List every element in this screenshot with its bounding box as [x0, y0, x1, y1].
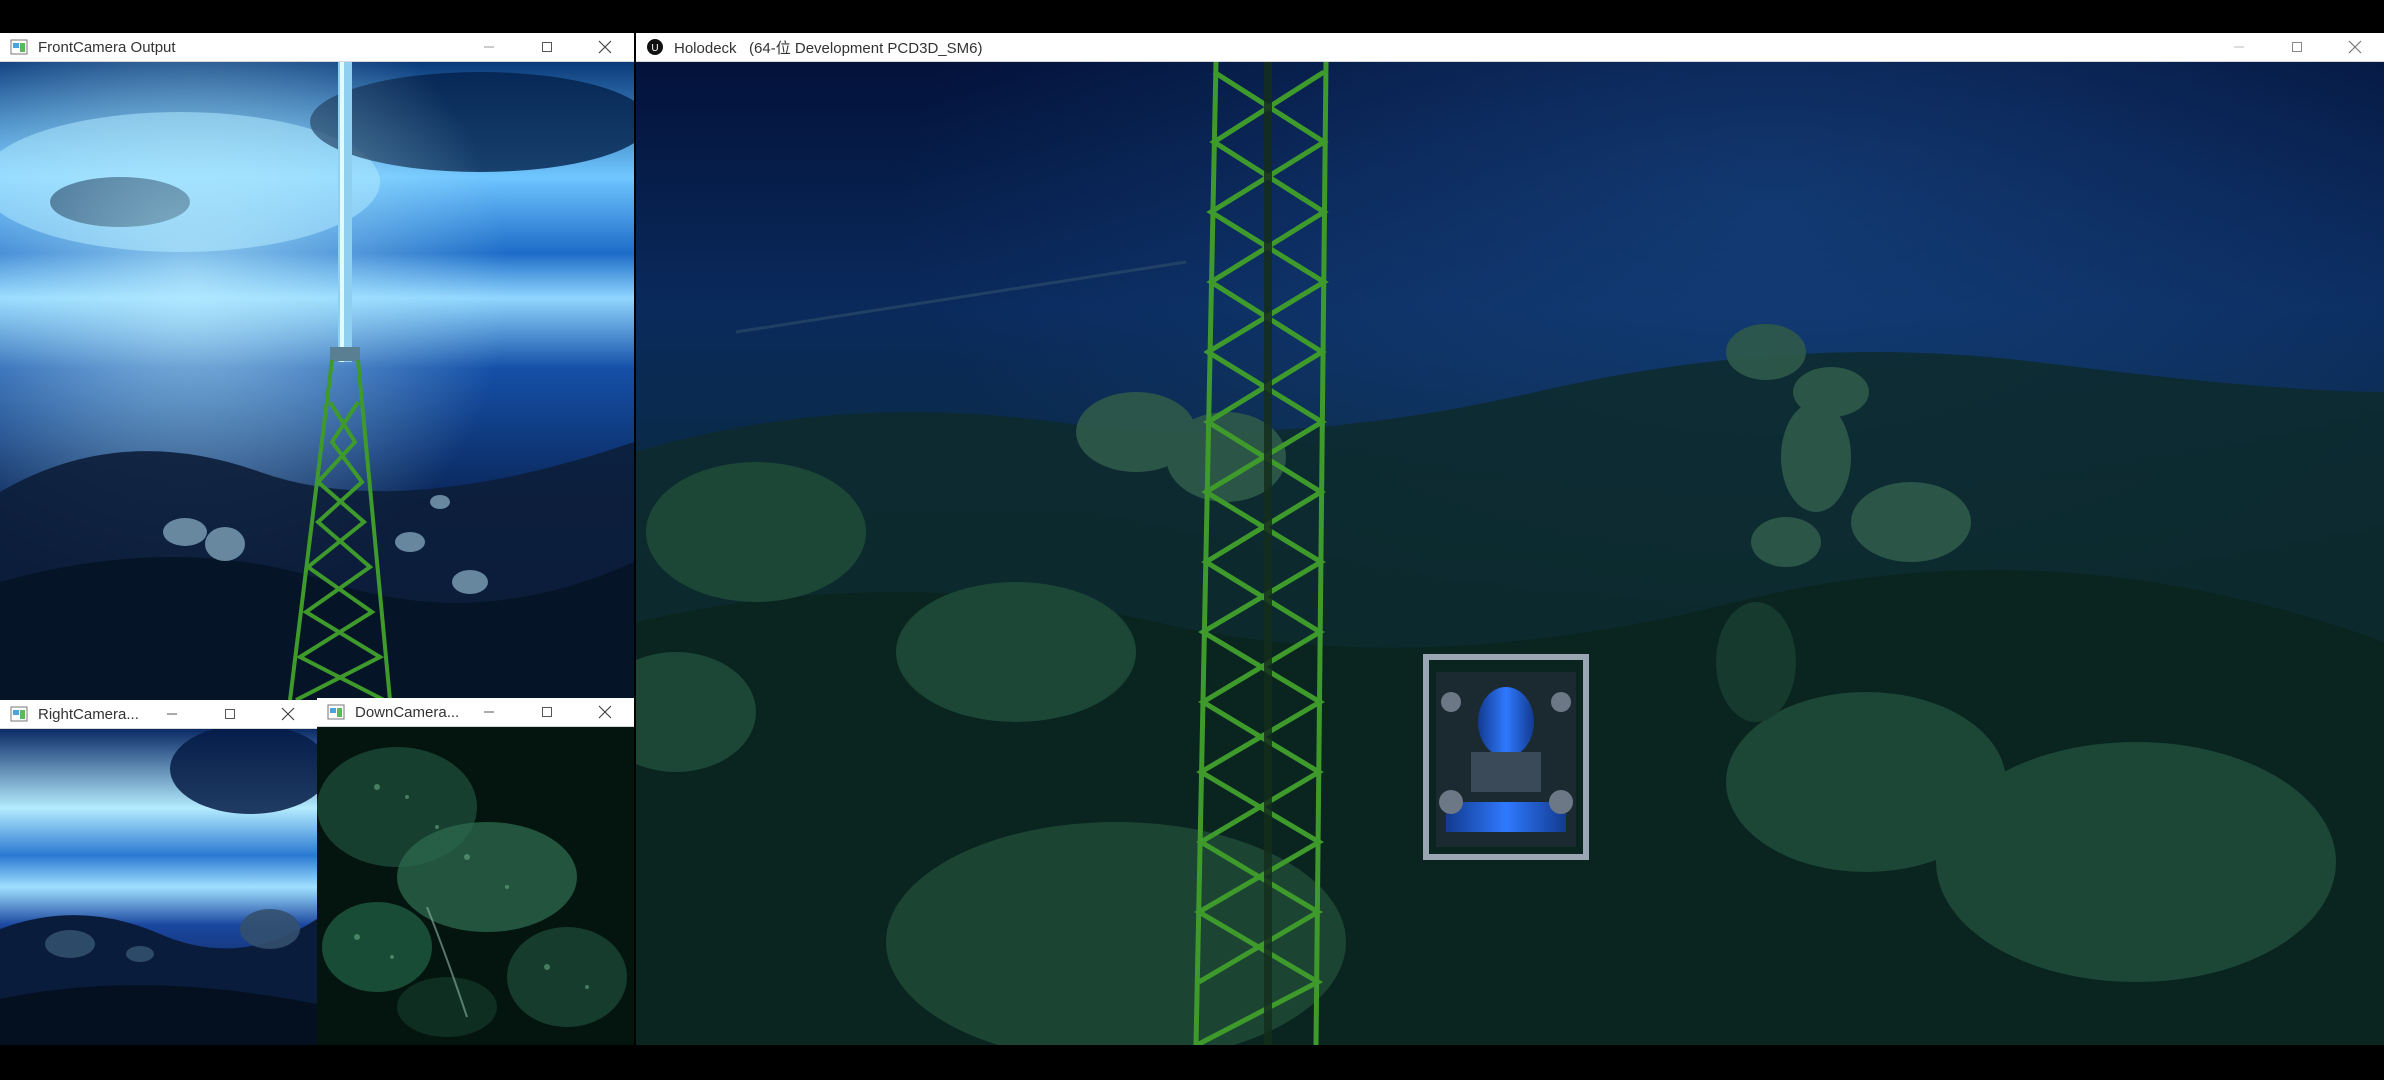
- close-button[interactable]: [2326, 33, 2384, 61]
- close-button[interactable]: [259, 700, 317, 728]
- front-camera-image: [0, 62, 634, 700]
- right-camera-title: RightCamera...: [38, 705, 139, 723]
- rov-vehicle: [1423, 654, 1589, 860]
- minimize-icon: [167, 713, 177, 715]
- minimize-icon: [484, 46, 494, 48]
- close-icon: [598, 705, 612, 719]
- close-button[interactable]: [576, 33, 634, 61]
- close-icon: [281, 707, 295, 721]
- maximize-icon: [2292, 42, 2302, 52]
- front-camera-titlebar[interactable]: FrontCamera Output: [0, 33, 634, 62]
- right-camera-titlebar[interactable]: RightCamera...: [0, 700, 317, 729]
- down-camera-title: DownCamera...: [355, 703, 460, 721]
- unreal-engine-icon: U: [647, 39, 663, 55]
- down-camera-image: [317, 727, 634, 1045]
- close-icon: [598, 40, 612, 54]
- front-camera-view: [0, 62, 634, 700]
- opencv-window-icon: [327, 704, 345, 720]
- holodeck-scene: [636, 62, 2384, 1045]
- svg-text:U: U: [651, 43, 658, 54]
- minimize-icon: [484, 711, 494, 713]
- down-camera-window[interactable]: DownCamera...: [317, 698, 634, 1045]
- minimize-button[interactable]: [2210, 33, 2268, 61]
- front-camera-window[interactable]: FrontCamera Output: [0, 33, 634, 700]
- down-camera-view: [317, 727, 634, 1045]
- right-camera-window[interactable]: RightCamera...: [0, 700, 317, 1045]
- minimize-button[interactable]: [460, 698, 518, 726]
- maximize-icon: [542, 42, 552, 52]
- front-camera-title: FrontCamera Output: [38, 38, 176, 56]
- maximize-button[interactable]: [518, 698, 576, 726]
- right-camera-view: [0, 729, 317, 1045]
- holodeck-title: Holodeck (64-位 Development PCD3D_SM6): [674, 39, 983, 57]
- maximize-button[interactable]: [201, 700, 259, 728]
- opencv-window-icon: [10, 39, 28, 55]
- minimize-button[interactable]: [460, 33, 518, 61]
- opencv-window-icon: [10, 706, 28, 722]
- holodeck-viewport: [636, 62, 2384, 1045]
- minimize-button[interactable]: [143, 700, 201, 728]
- maximize-button[interactable]: [518, 33, 576, 61]
- minimize-icon: [2234, 46, 2244, 48]
- down-camera-titlebar[interactable]: DownCamera...: [317, 698, 634, 727]
- maximize-icon: [225, 709, 235, 719]
- right-camera-image: [0, 729, 317, 1045]
- close-button[interactable]: [576, 698, 634, 726]
- maximize-icon: [542, 707, 552, 717]
- maximize-button[interactable]: [2268, 33, 2326, 61]
- close-icon: [2348, 40, 2362, 54]
- holodeck-titlebar[interactable]: U Holodeck (64-位 Development PCD3D_SM6): [636, 33, 2384, 62]
- holodeck-window[interactable]: U Holodeck (64-位 Development PCD3D_SM6): [636, 33, 2384, 1045]
